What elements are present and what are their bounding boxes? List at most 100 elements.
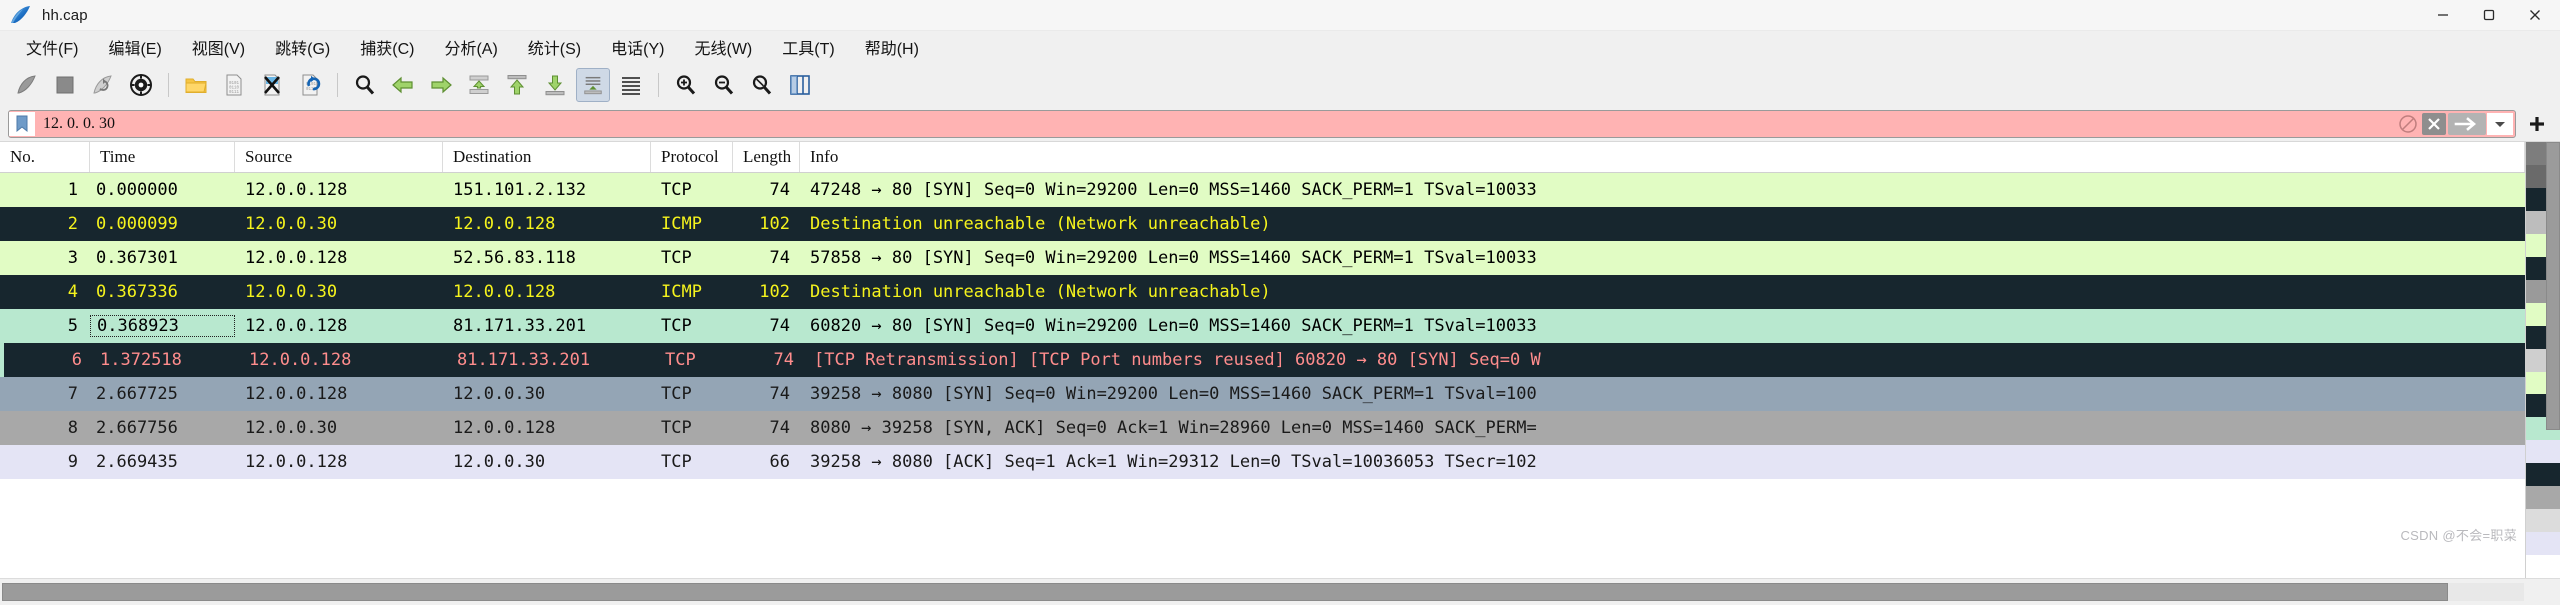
column-protocol[interactable]: Protocol — [651, 142, 733, 172]
cell-protocol: ICMP — [661, 214, 702, 234]
zoom-reset-icon[interactable] — [745, 68, 779, 102]
table-row[interactable]: 2 0.000099 12.0.0.30 12.0.0.128 ICMP 102 Desti… — [0, 207, 2525, 241]
cell-length: 102 — [759, 282, 790, 302]
cell-time: 1.372518 — [100, 350, 182, 370]
packet-map-segment — [2526, 509, 2560, 533]
column-info[interactable]: Info — [800, 142, 2525, 172]
maximize-icon[interactable] — [2466, 0, 2512, 30]
add-filter-button-icon[interactable] — [2522, 111, 2552, 137]
cell-time: 0.000000 — [96, 180, 178, 200]
column-no[interactable]: No. — [0, 142, 90, 172]
bookmark-icon[interactable] — [9, 112, 35, 136]
menu-help[interactable]: 帮助(H) — [851, 32, 933, 62]
menu-capture[interactable]: 捕获(C) — [346, 32, 428, 62]
cell-destination: 12.0.0.128 — [453, 418, 556, 438]
toolbar-separator — [658, 73, 659, 97]
colorize-packets-icon[interactable] — [614, 68, 648, 102]
menu-edit[interactable]: 编辑(E) — [94, 32, 175, 62]
filter-history-chevron-icon[interactable] — [2487, 113, 2513, 135]
cell-destination: 52.56.83.118 — [453, 248, 576, 268]
scrollbar-corner — [2524, 578, 2558, 605]
cell-info: Destination unreachable (Network unreach… — [810, 214, 1271, 234]
horizontal-scrollbar[interactable] — [0, 578, 2560, 605]
table-row[interactable]: 3 0.367301 12.0.0.128 52.56.83.118 TCP 74 5785… — [0, 241, 2525, 275]
cell-protocol: TCP — [661, 452, 692, 472]
cell-time: 0.368923 — [90, 315, 235, 337]
column-destination[interactable]: Destination — [443, 142, 651, 172]
main-toolbar: 0101 0110 0111 0101 0110 — [0, 63, 2560, 107]
minimize-icon[interactable] — [2420, 0, 2466, 30]
svg-text:0111: 0111 — [229, 91, 240, 95]
zoom-out-icon[interactable] — [707, 68, 741, 102]
table-row[interactable]: 8 2.667756 12.0.0.30 12.0.0.128 TCP 74 8080 → … — [0, 411, 2525, 445]
table-row[interactable]: 7 2.667725 12.0.0.128 12.0.0.30 TCP 74 39258 →… — [0, 377, 2525, 411]
go-back-icon[interactable] — [386, 68, 420, 102]
cell-time: 2.667725 — [96, 384, 178, 404]
cell-length: 74 — [769, 248, 790, 268]
menu-telephony[interactable]: 电话(Y) — [597, 32, 678, 62]
menu-view[interactable]: 视图(V) — [178, 32, 259, 62]
column-source[interactable]: Source — [235, 142, 443, 172]
horizontal-scrollbar-thumb[interactable] — [2, 582, 2449, 601]
clear-filter-icon[interactable] — [2422, 113, 2446, 135]
table-row[interactable]: 1 0.000000 12.0.0.128 151.101.2.132 TCP 74 472… — [0, 173, 2525, 207]
close-file-icon[interactable] — [255, 68, 289, 102]
packet-list-body: No. Time Source Destination Protocol Len… — [0, 142, 2560, 579]
cell-time: 2.667756 — [96, 418, 178, 438]
go-to-packet-icon[interactable] — [462, 68, 496, 102]
stop-capture-icon[interactable] — [48, 68, 82, 102]
capture-options-icon[interactable] — [124, 68, 158, 102]
title-bar: hh.cap — [0, 0, 2560, 31]
go-forward-icon[interactable] — [424, 68, 458, 102]
resize-columns-icon[interactable] — [783, 68, 817, 102]
cell-protocol: TCP — [661, 180, 692, 200]
cell-length: 66 — [769, 452, 790, 472]
menu-tools[interactable]: 工具(T) — [768, 32, 848, 62]
cell-destination: 81.171.33.201 — [453, 316, 587, 336]
start-capture-icon[interactable] — [10, 68, 44, 102]
toolbar-separator — [337, 73, 338, 97]
menu-file[interactable]: 文件(F) — [12, 32, 92, 62]
vertical-scrollbar-thumb[interactable] — [2546, 142, 2560, 430]
cell-time: 2.669435 — [96, 452, 178, 472]
auto-scroll-icon[interactable] — [576, 68, 610, 102]
vertical-scrollbar[interactable] — [2525, 142, 2560, 579]
cell-length: 74 — [769, 418, 790, 438]
cell-source: 12.0.0.128 — [245, 452, 348, 472]
svg-text:0110: 0110 — [229, 87, 240, 91]
display-filter-input[interactable]: 12. 0. 0. 30 — [35, 112, 2395, 136]
zoom-in-icon[interactable] — [669, 68, 703, 102]
column-time[interactable]: Time — [90, 142, 235, 172]
horizontal-scrollbar-track[interactable] — [2, 582, 2524, 601]
reload-file-icon[interactable]: 0101 0110 — [293, 68, 327, 102]
menu-statistics[interactable]: 统计(S) — [514, 32, 595, 62]
close-icon[interactable] — [2512, 0, 2558, 30]
cell-protocol: TCP — [661, 384, 692, 404]
packet-map-segment — [2526, 440, 2560, 464]
cell-info: 60820 → 80 [SYN] Seq=0 Win=29200 Len=0 M… — [810, 316, 1537, 336]
table-row[interactable]: 5 0.368923 12.0.0.128 81.171.33.201 TCP 74 608… — [0, 309, 2525, 343]
cell-info: 8080 → 39258 [SYN, ACK] Seq=0 Ack=1 Win=… — [810, 418, 1537, 438]
cell-no: 4 — [67, 282, 78, 302]
table-row[interactable]: 9 2.669435 12.0.0.128 12.0.0.30 TCP 66 39258 →… — [0, 445, 2525, 479]
go-to-last-packet-icon[interactable] — [538, 68, 572, 102]
menu-wireless[interactable]: 无线(W) — [680, 32, 766, 62]
cell-no: 5 — [67, 316, 78, 336]
table-row[interactable]: 6 1.372518 12.0.0.128 81.171.33.201 TCP 74 [TC… — [0, 343, 2525, 377]
cell-destination: 151.101.2.132 — [453, 180, 587, 200]
save-file-icon[interactable]: 0101 0110 0111 — [217, 68, 251, 102]
open-file-icon[interactable] — [179, 68, 213, 102]
find-packet-icon[interactable] — [348, 68, 382, 102]
column-length[interactable]: Length — [733, 142, 800, 172]
menu-analyze[interactable]: 分析(A) — [430, 32, 511, 62]
cell-time: 0.367301 — [96, 248, 178, 268]
apply-filter-arrow-icon[interactable] — [2448, 113, 2486, 135]
packet-list-panel: No. Time Source Destination Protocol Len… — [0, 141, 2560, 605]
table-row[interactable]: 4 0.367336 12.0.0.30 12.0.0.128 ICMP 102 Desti… — [0, 275, 2525, 309]
restart-capture-icon[interactable] — [86, 68, 120, 102]
cell-info: 57858 → 80 [SYN] Seq=0 Win=29200 Len=0 M… — [810, 248, 1537, 268]
go-to-first-packet-icon[interactable] — [500, 68, 534, 102]
display-filter-bar: 12. 0. 0. 30 — [0, 107, 2560, 141]
menu-go[interactable]: 跳转(G) — [261, 32, 344, 62]
display-filter-container[interactable]: 12. 0. 0. 30 — [8, 110, 2516, 138]
